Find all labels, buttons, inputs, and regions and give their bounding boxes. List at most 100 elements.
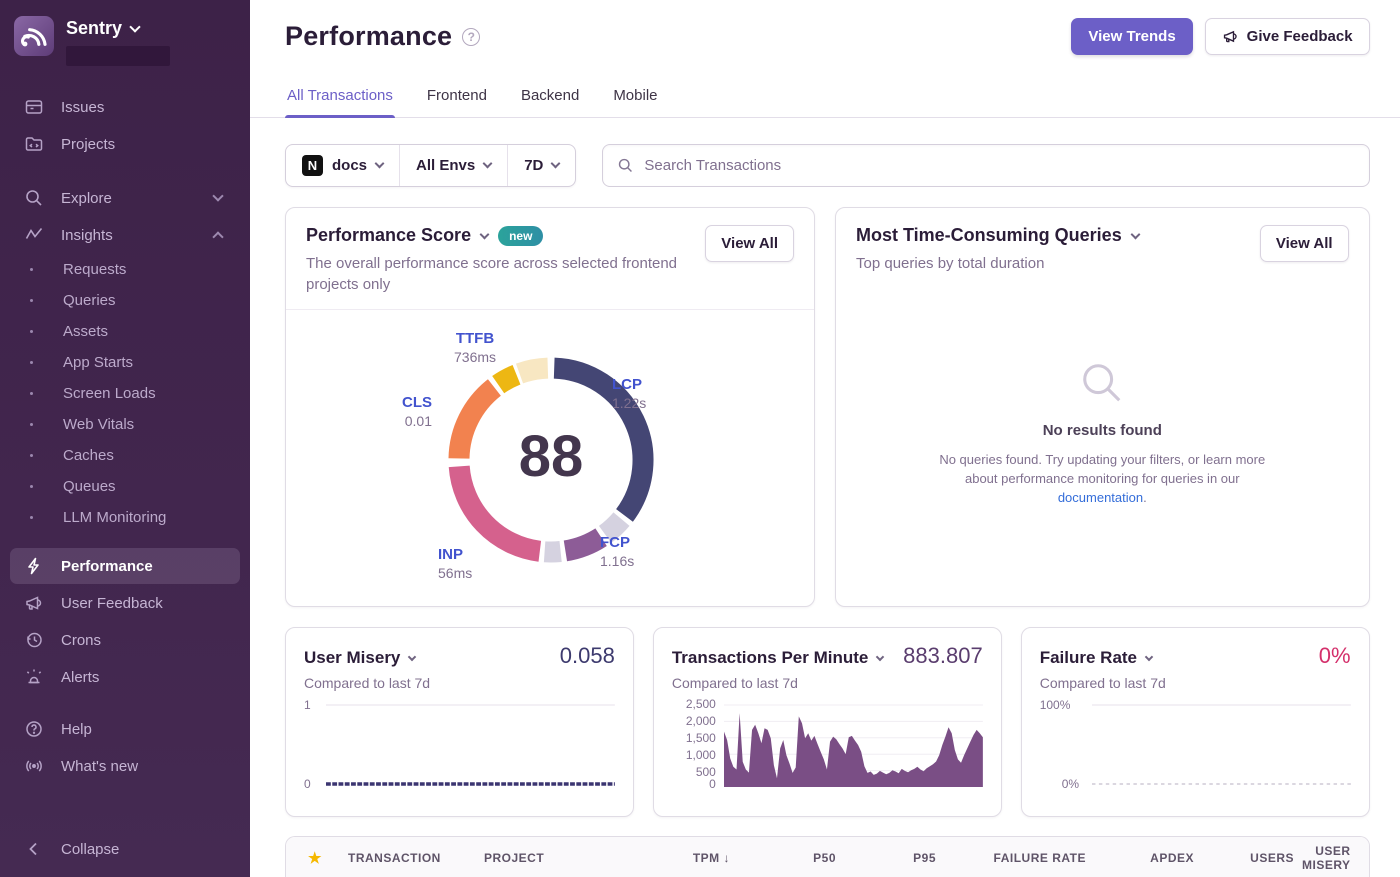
sidebar-item-user-feedback[interactable]: User Feedback	[10, 585, 240, 621]
chevron-down-icon	[1145, 653, 1153, 661]
card-subtitle: Compared to last 7d	[304, 675, 615, 691]
page-help-icon[interactable]: ?	[462, 28, 480, 46]
page-header: Performance ? View Trends Give Feedback	[285, 18, 1370, 55]
user-misery-dropdown[interactable]: User Misery	[304, 648, 415, 668]
sidebar-item-explore[interactable]: Explore	[10, 180, 240, 216]
sidebar-item-label: Crons	[61, 632, 101, 649]
give-feedback-button[interactable]: Give Feedback	[1205, 18, 1370, 55]
project-filter[interactable]: N docs	[286, 145, 399, 186]
column-header-project[interactable]: PROJECT	[480, 851, 604, 865]
new-badge: new	[498, 226, 543, 246]
column-header-failure-rate[interactable]: FAILURE RATE	[940, 851, 1090, 865]
date-range-label: 7D	[524, 157, 543, 174]
sidebar-item-label: Collapse	[61, 841, 119, 858]
sidebar-item-queues[interactable]: Queues	[0, 471, 250, 502]
sentry-logo[interactable]	[14, 16, 54, 56]
ring-segment-fcp	[565, 537, 601, 551]
failure-rate-dropdown[interactable]: Failure Rate	[1040, 648, 1152, 668]
tpm-chart: 2,500 2,000 1,500 1,000 500 0	[672, 703, 983, 787]
sidebar-item-projects[interactable]: Projects	[10, 126, 240, 162]
search-icon	[24, 188, 44, 208]
tab-mobile[interactable]: Mobile	[611, 81, 659, 117]
search-input[interactable]	[644, 157, 1354, 174]
sidebar-item-whats-new[interactable]: What's new	[10, 748, 240, 784]
column-header-tpm[interactable]: TPM ↓	[604, 851, 734, 865]
sidebar-item-help[interactable]: Help	[10, 711, 240, 747]
star-column-header[interactable]: ★	[286, 849, 344, 867]
sidebar-item-screen-loads[interactable]: Screen Loads	[0, 378, 250, 409]
vital-ttfb: TTFB736ms	[454, 330, 496, 366]
clock-history-icon	[24, 630, 44, 650]
tab-frontend[interactable]: Frontend	[425, 81, 489, 117]
ring-chart-svg	[286, 310, 816, 602]
sidebar-item-assets[interactable]: Assets	[0, 316, 250, 347]
page-title: Performance	[285, 21, 452, 52]
sidebar-item-issues[interactable]: Issues	[10, 89, 240, 125]
sidebar-item-caches[interactable]: Caches	[0, 440, 250, 471]
sub-item-label: LLM Monitoring	[63, 509, 166, 526]
project-filter-label: docs	[332, 157, 367, 174]
lightning-icon	[24, 556, 44, 576]
tpm-area-series	[724, 713, 983, 787]
column-header-p95[interactable]: P95	[840, 851, 940, 865]
view-all-button[interactable]: View All	[705, 225, 794, 262]
documentation-link[interactable]: documentation	[1058, 490, 1143, 505]
org-switcher[interactable]: Sentry	[66, 18, 170, 39]
date-range-filter[interactable]: 7D	[507, 145, 575, 186]
card-description: The overall performance score across sel…	[306, 253, 696, 295]
performance-score-dropdown[interactable]: Performance Score new	[306, 225, 705, 246]
star-icon: ★	[308, 850, 322, 867]
issues-icon	[24, 97, 44, 117]
org-name-block	[66, 46, 170, 66]
sidebar-item-performance[interactable]: Performance	[10, 548, 240, 584]
card-description: Top queries by total duration	[856, 253, 1246, 274]
sidebar-item-alerts[interactable]: Alerts	[10, 659, 240, 695]
column-header-transaction[interactable]: TRANSACTION	[344, 851, 480, 865]
column-header-apdex[interactable]: APDEX	[1090, 851, 1198, 865]
sidebar-item-app-starts[interactable]: App Starts	[0, 347, 250, 378]
dashed-line-chart-svg	[1092, 703, 1351, 787]
siren-icon	[24, 667, 44, 687]
sidebar-item-insights[interactable]: Insights	[10, 217, 240, 253]
ring-segment-inp	[459, 466, 540, 551]
time-consuming-queries-card: Most Time-Consuming Queries Top queries …	[835, 207, 1370, 607]
sidebar-item-llm-monitoring[interactable]: LLM Monitoring	[0, 502, 250, 533]
chevron-down-icon	[480, 230, 490, 240]
environment-filter[interactable]: All Envs	[399, 145, 507, 186]
vital-fcp: FCP1.16s	[600, 534, 634, 570]
column-header-p50[interactable]: P50	[734, 851, 840, 865]
tab-backend[interactable]: Backend	[519, 81, 581, 117]
view-trends-button[interactable]: View Trends	[1071, 18, 1192, 55]
tpm-dropdown[interactable]: Transactions Per Minute	[672, 648, 884, 668]
y-axis-label: 1	[304, 698, 311, 712]
queries-card-dropdown[interactable]: Most Time-Consuming Queries	[856, 225, 1260, 246]
transactions-table: ★ TRANSACTION PROJECT TPM ↓ P50 P95 FAIL…	[285, 836, 1370, 877]
sidebar-item-label: What's new	[61, 758, 138, 775]
user-misery-chart: 1 0	[304, 703, 615, 787]
projects-icon	[24, 134, 44, 154]
y-axis-label: 1,000	[686, 748, 716, 762]
failure-rate-chart: 100% 0%	[1040, 703, 1351, 787]
sidebar-item-web-vitals[interactable]: Web Vitals	[0, 409, 250, 440]
view-all-button[interactable]: View All	[1260, 225, 1349, 262]
sub-item-label: Assets	[63, 323, 108, 340]
column-header-user-misery[interactable]: USER MISERY	[1298, 844, 1369, 872]
search-icon	[1079, 360, 1125, 406]
empty-state: No results found No queries found. Try u…	[836, 288, 1369, 606]
tab-all-transactions[interactable]: All Transactions	[285, 81, 395, 117]
table-header-row: ★ TRANSACTION PROJECT TPM ↓ P50 P95 FAIL…	[286, 837, 1369, 877]
card-title: Performance Score	[306, 225, 471, 246]
user-misery-card: User Misery 0.058 Compared to last 7d 1 …	[285, 627, 634, 817]
sidebar: Sentry Issues Projects Explore Insights	[0, 0, 250, 877]
y-axis-label: 2,000	[686, 714, 716, 728]
page-filter-control: N docs All Envs 7D	[285, 144, 576, 187]
sidebar-item-crons[interactable]: Crons	[10, 622, 240, 658]
sidebar-item-requests[interactable]: Requests	[0, 254, 250, 285]
column-header-users[interactable]: USERS	[1198, 851, 1298, 865]
help-icon	[24, 719, 44, 739]
sidebar-item-queries[interactable]: Queries	[0, 285, 250, 316]
flat-line-chart-svg	[326, 703, 615, 787]
megaphone-icon	[1222, 28, 1239, 45]
sidebar-collapse-button[interactable]: Collapse	[10, 831, 240, 867]
chevron-down-icon	[1130, 230, 1140, 240]
